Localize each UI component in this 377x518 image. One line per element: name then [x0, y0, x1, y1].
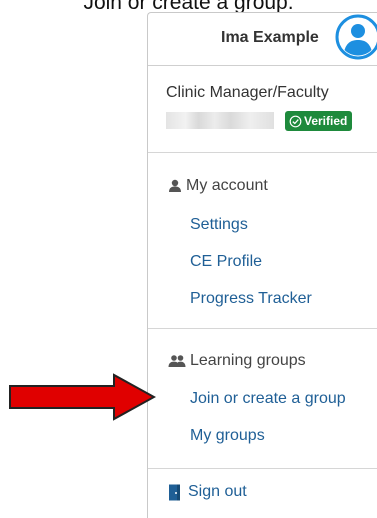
verified-badge: Verified: [285, 111, 353, 131]
user-dropdown-menu: Ima Example Clinic Manager/Faculty Verif…: [147, 12, 377, 518]
account-heading: My account: [168, 177, 268, 195]
account-section: My account Settings CE Profile Progress …: [148, 153, 377, 329]
user-circle-icon[interactable]: [335, 14, 377, 60]
learning-groups-section: Learning groups Join or create a group M…: [148, 329, 377, 469]
role-section: Clinic Manager/Faculty Verified: [148, 66, 377, 153]
ce-profile-link[interactable]: CE Profile: [190, 253, 262, 271]
check-circle-icon: [289, 115, 302, 127]
role-title: Clinic Manager/Faculty: [166, 84, 329, 101]
menu-header: Ima Example: [148, 13, 377, 66]
sign-out-label: Sign out: [188, 483, 247, 500]
progress-tracker-link[interactable]: Progress Tracker: [190, 290, 312, 308]
groups-heading: Learning groups: [168, 352, 306, 370]
groups-heading-label: Learning groups: [190, 352, 306, 369]
door-icon: [169, 484, 180, 500]
red-arrow-annotation: [9, 373, 156, 421]
verified-label: Verified: [304, 114, 348, 128]
account-heading-label: My account: [186, 177, 268, 194]
user-name: Ima Example: [221, 29, 319, 46]
settings-link[interactable]: Settings: [190, 216, 248, 234]
sign-out-button[interactable]: Sign out: [168, 483, 247, 501]
my-groups-link[interactable]: My groups: [190, 427, 265, 445]
people-icon: [168, 355, 186, 367]
join-or-create-group-link[interactable]: Join or create a group: [190, 390, 346, 408]
person-icon: [169, 179, 181, 192]
redacted-id: [166, 112, 274, 129]
